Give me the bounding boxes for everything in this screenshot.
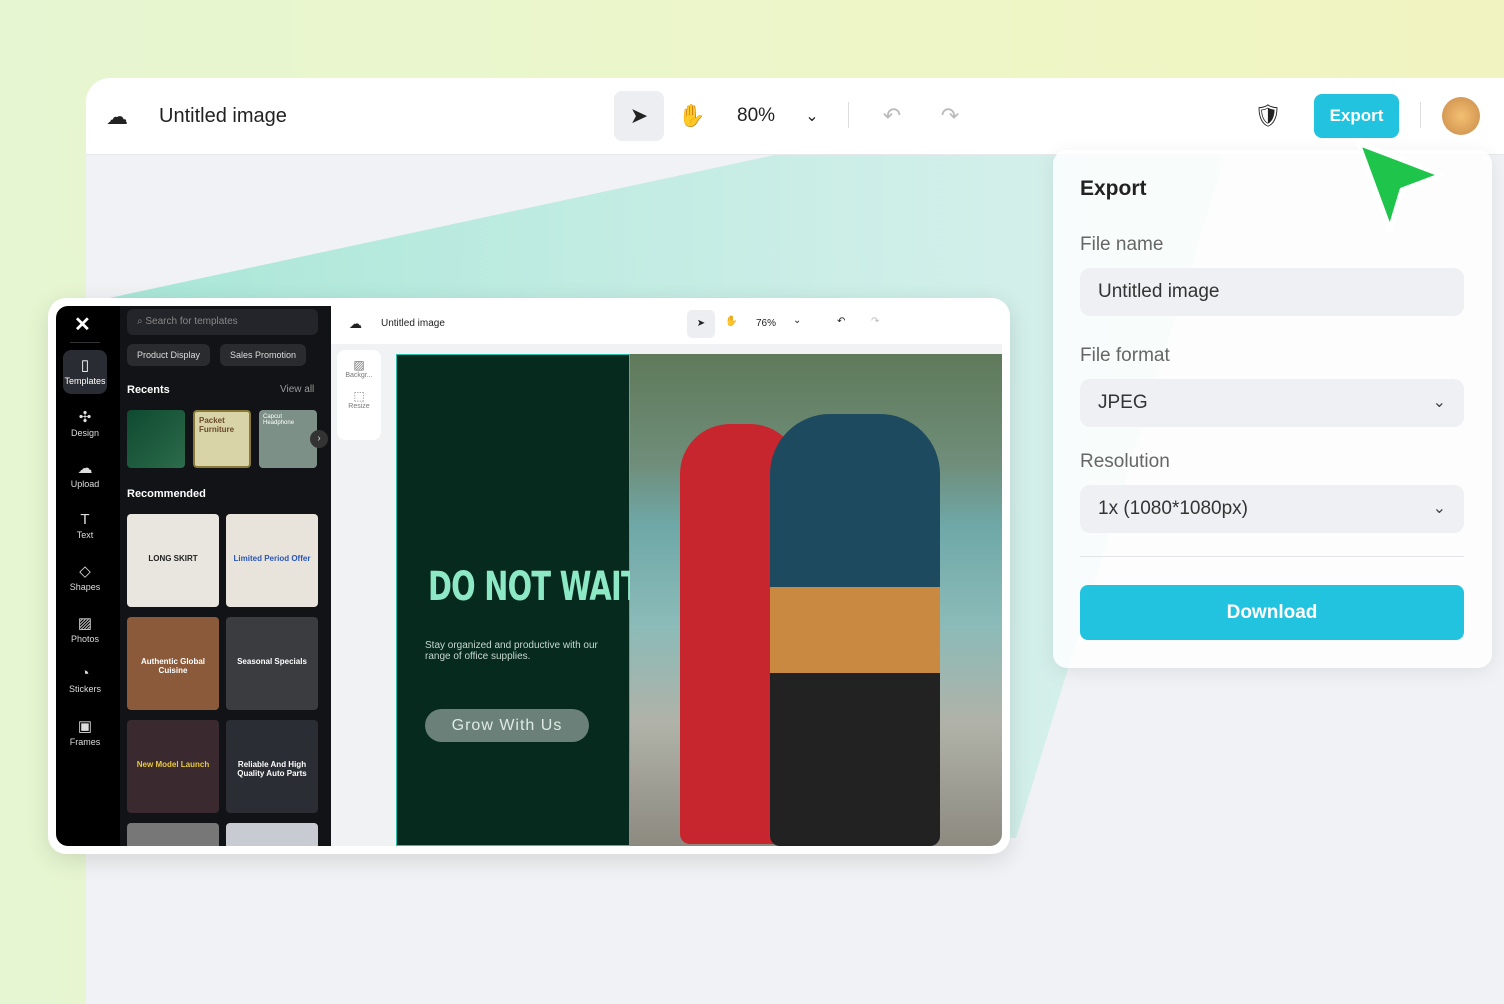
- recent-thumb[interactable]: [127, 410, 185, 468]
- hand-tool-button[interactable]: ✋: [674, 98, 710, 134]
- file-format-select[interactable]: JPEG ⌄: [1080, 379, 1464, 427]
- templates-icon: ▯: [80, 357, 90, 374]
- search-placeholder: Search for templates: [145, 316, 238, 327]
- divider: [1420, 102, 1421, 128]
- design-cta-button: Grow With Us: [425, 709, 589, 742]
- photos-icon: ▨: [77, 614, 93, 632]
- rail-item-design[interactable]: ✣ Design: [63, 402, 107, 446]
- template-thumb[interactable]: New Model Launch: [127, 720, 219, 813]
- design-headline: DO NOT WAIT: [428, 564, 641, 610]
- rail-label: Design: [70, 427, 99, 438]
- chevron-down-icon: ⌄: [1432, 500, 1446, 517]
- rail-item-upload[interactable]: ☁ Upload: [63, 453, 107, 497]
- rail-label: Photos: [70, 633, 100, 644]
- frames-icon: ▣: [77, 717, 93, 735]
- cloud-check-icon[interactable]: ☁: [102, 102, 132, 132]
- file-format-value: JPEG: [1098, 392, 1148, 413]
- redo-icon[interactable]: ↷: [871, 316, 879, 327]
- editor-zoom[interactable]: 76%: [756, 318, 776, 329]
- chevron-down-icon[interactable]: ⌄: [798, 100, 826, 132]
- template-thumb[interactable]: Limited Period Offer: [226, 514, 318, 607]
- templates-panel: ⌕ Search for templates Product Display S…: [120, 306, 331, 846]
- avatar[interactable]: [1442, 97, 1480, 135]
- undo-icon[interactable]: ↶: [837, 316, 845, 327]
- template-thumb[interactable]: Customizable Car Options: [226, 823, 318, 846]
- template-thumb[interactable]: Authentic Global Cuisine: [127, 617, 219, 710]
- background-tool[interactable]: ▨ Backgr...: [337, 358, 381, 379]
- rail-item-stickers[interactable]: ◔ Stickers: [63, 659, 107, 703]
- design-canvas[interactable]: DO NOT WAIT Stay organized and productiv…: [396, 354, 1002, 846]
- resolution-select[interactable]: 1x (1080*1080px) ⌄: [1080, 485, 1464, 533]
- chevron-down-icon: ⌄: [1432, 394, 1446, 411]
- template-thumb[interactable]: Reliable And High Quality Auto Parts: [226, 720, 318, 813]
- template-thumb[interactable]: [127, 823, 219, 846]
- chip-sales-promotion[interactable]: Sales Promotion: [220, 344, 307, 366]
- resolution-value: 1x (1080*1080px): [1098, 498, 1248, 519]
- shield-check-icon[interactable]: 🛡: [1252, 100, 1284, 132]
- recent-thumb[interactable]: Packet Furniture: [193, 410, 251, 468]
- cloud-check-icon[interactable]: ☁: [349, 316, 362, 332]
- rail-item-shapes[interactable]: ◇ Shapes: [63, 556, 107, 600]
- rail-label: Upload: [70, 479, 100, 489]
- chevron-down-icon[interactable]: ⌄: [793, 315, 801, 326]
- upload-icon: ☁: [77, 460, 93, 477]
- cursor-arrow-icon: [1355, 140, 1445, 233]
- export-button[interactable]: Export: [1314, 94, 1399, 138]
- pointer-tool-button[interactable]: ➤: [614, 91, 664, 141]
- shapes-icon: ◇: [79, 563, 91, 580]
- export-panel-title: Export: [1080, 177, 1147, 200]
- resize-icon: ⬚: [353, 389, 365, 403]
- rail-label: Shapes: [69, 582, 101, 592]
- divider: [848, 102, 849, 128]
- template-thumb[interactable]: LONG SKIRT: [127, 514, 219, 607]
- text-icon: T: [80, 510, 90, 528]
- capcut-logo: ✕: [74, 314, 91, 336]
- editor-preview: ✕ ▯ Templates ✣ Design ☁ Upload T Text ◇ Shapes ▨ P…: [48, 298, 1010, 854]
- pointer-icon[interactable]: ➤: [687, 310, 715, 338]
- recommended-heading: Recommended: [127, 488, 206, 500]
- rail-item-frames[interactable]: ▣ Frames: [63, 711, 107, 755]
- editor-rail: ✕ ▯ Templates ✣ Design ☁ Upload T Text ◇ Shapes ▨ P…: [56, 306, 120, 846]
- zoom-level[interactable]: 80%: [737, 105, 775, 127]
- divider: [1080, 556, 1464, 557]
- view-all-link[interactable]: View all: [280, 384, 314, 395]
- background-icon: ▨: [353, 358, 365, 372]
- editor-title[interactable]: Untitled image: [381, 318, 445, 329]
- redo-icon[interactable]: ↷: [934, 100, 966, 132]
- couple-photo: [630, 354, 1002, 846]
- rail-label: Stickers: [68, 684, 101, 694]
- design-body-text: Stay organized and productive with our r…: [425, 640, 598, 662]
- download-button[interactable]: Download: [1080, 585, 1464, 640]
- rail-label: Text: [76, 529, 94, 540]
- hand-icon: ✋: [678, 103, 706, 128]
- chip-product-display[interactable]: Product Display: [127, 344, 211, 366]
- rail-item-photos[interactable]: ▨ Photos: [63, 608, 107, 652]
- document-title[interactable]: Untitled image: [159, 105, 287, 128]
- pointer-icon: ➤: [629, 103, 649, 128]
- editor-header: ☁ Untitled image ➤ ✋ 76% ⌄ ↶ ↷: [331, 306, 1002, 344]
- rail-label: Templates: [64, 376, 106, 386]
- design-icon: ✣: [78, 408, 92, 426]
- template-thumb[interactable]: Seasonal Specials: [226, 617, 318, 710]
- top-bar: ☁ Untitled image ➤ ✋ 80% ⌄ ↶ ↷ 🛡 Export: [86, 78, 1504, 155]
- resize-tool[interactable]: ⬚ Resize: [337, 389, 381, 410]
- file-name-label: File name: [1080, 234, 1164, 255]
- hand-icon[interactable]: ✋: [725, 316, 737, 327]
- recents-heading: Recents: [127, 384, 170, 396]
- recent-thumb[interactable]: Capcut Headphone: [259, 410, 317, 468]
- chevron-right-icon[interactable]: ›: [310, 430, 328, 448]
- resolution-label: Resolution: [1080, 451, 1170, 472]
- file-format-label: File format: [1080, 345, 1170, 366]
- undo-icon[interactable]: ↶: [876, 100, 908, 132]
- rail-item-text[interactable]: T Text: [63, 505, 107, 549]
- rail-label: Frames: [69, 736, 101, 747]
- stickers-icon: ◔: [80, 665, 90, 682]
- rail-item-templates[interactable]: ▯ Templates: [63, 350, 107, 394]
- file-name-input[interactable]: Untitled image: [1080, 268, 1464, 316]
- side-tools: ▨ Backgr... ⬚ Resize: [337, 350, 381, 440]
- template-search-input[interactable]: ⌕ Search for templates: [127, 309, 318, 335]
